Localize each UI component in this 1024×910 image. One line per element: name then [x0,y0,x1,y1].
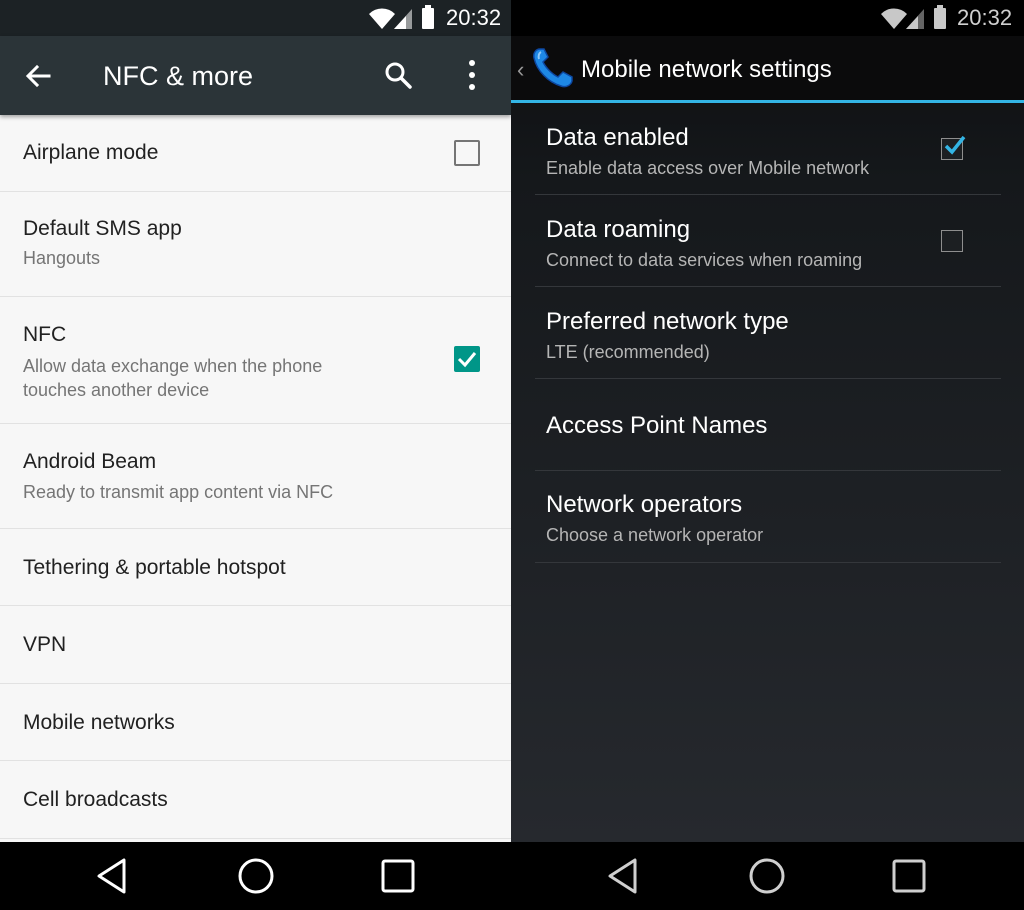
list-item-title: Preferred network type [546,308,789,335]
status-bar-left: 20:32 [0,0,511,36]
data-roaming-checkbox[interactable] [941,230,963,252]
page-title-right: Mobile network settings [581,56,832,83]
list-item-mobile-networks[interactable]: Mobile networks [0,684,511,761]
check-icon [944,135,966,155]
battery-icon [422,5,434,29]
up-chevron-icon[interactable]: ‹ [517,58,524,82]
status-icons-right [881,5,946,29]
battery-icon [934,5,946,29]
data-enabled-checkbox[interactable] [941,135,966,160]
list-item-title: Tethering & portable hotspot [23,556,286,579]
list-item-title: Network operators [546,491,743,518]
wifi-icon [369,8,395,29]
page-title: NFC & more [103,61,254,91]
list-item-subtitle: Hangouts [23,248,101,268]
list-item-subtitle: LTE (recommended) [546,342,710,362]
airplane-mode-checkbox[interactable] [454,140,480,166]
list-item-subtitle: Choose a network operator [546,525,764,545]
list-item-subtitle: Enable data access over Mobile network [546,158,870,178]
network-settings-list: Data enabled Enable data access over Mob… [535,103,1001,563]
list-item-title: Access Point Names [546,412,768,439]
search-icon[interactable] [383,60,413,90]
more-vert-icon[interactable] [462,58,482,92]
status-time-right: 20:32 [957,5,1013,30]
list-item-access-point-names[interactable]: Access Point Names [535,379,1001,471]
list-item-android-beam[interactable]: Android Beam Ready to transmit app conte… [0,424,511,529]
signal-icon [394,9,412,29]
list-item-data-enabled[interactable]: Data enabled Enable data access over Mob… [535,103,1001,195]
list-item-title: Cell broadcasts [23,788,168,811]
list-item-subtitle-line: touches another device [23,380,210,400]
list-item-vpn[interactable]: VPN [0,606,511,684]
list-item-title: Default SMS app [23,217,182,240]
phone-icon[interactable] [531,46,575,90]
home-circle-icon[interactable] [236,856,276,896]
status-bar-right: 20:32 [511,0,1024,36]
back-triangle-icon[interactable] [605,856,645,896]
home-circle-icon[interactable] [747,856,787,896]
left-settings-panel: 20:32 NFC & more Airplane mode Default S… [0,0,511,842]
status-time-left: 20:32 [446,5,502,30]
list-item-network-operators[interactable]: Network operators Choose a network opera… [535,471,1001,563]
action-bar: ‹ Mobile network settings [511,36,1024,103]
wifi-icon [881,8,907,29]
list-item-title: VPN [23,633,67,656]
list-item-title: Mobile networks [23,711,175,734]
list-item-tethering-hotspot[interactable]: Tethering & portable hotspot [0,529,511,606]
settings-list: Airplane mode Default SMS app Hangouts N… [0,115,511,839]
list-item-title: Data enabled [546,124,689,151]
list-item-title: NFC [23,323,67,346]
navigation-bar [0,842,1024,910]
back-triangle-icon[interactable] [94,856,134,896]
list-item-title: Data roaming [546,216,691,243]
nfc-checkbox[interactable] [454,346,480,372]
status-icons-left [369,5,434,29]
recents-square-icon[interactable] [378,856,418,896]
list-item-data-roaming[interactable]: Data roaming Connect to data services wh… [535,195,1001,287]
list-item-preferred-network-type[interactable]: Preferred network type LTE (recommended) [535,287,1001,379]
app-bar: NFC & more [0,36,511,115]
list-item-title: Android Beam [23,450,157,473]
check-icon [457,352,477,368]
list-item-default-sms-app[interactable]: Default SMS app Hangouts [0,192,511,297]
list-item-nfc[interactable]: NFC Allow data exchange when the phone t… [0,297,511,424]
right-settings-panel: 20:32 ‹ Mobile network settings Data ena… [511,0,1024,842]
back-arrow-icon[interactable] [24,62,52,90]
list-item-subtitle: Ready to transmit app content via NFC [23,482,334,502]
list-item-subtitle: Connect to data services when roaming [546,250,863,270]
signal-icon [906,9,924,29]
list-item-title: Airplane mode [23,141,159,164]
recents-square-icon[interactable] [889,856,929,896]
list-item-subtitle-line: Allow data exchange when the phone [23,356,323,376]
list-item-airplane-mode[interactable]: Airplane mode [0,115,511,192]
list-item-cell-broadcasts[interactable]: Cell broadcasts [0,761,511,839]
